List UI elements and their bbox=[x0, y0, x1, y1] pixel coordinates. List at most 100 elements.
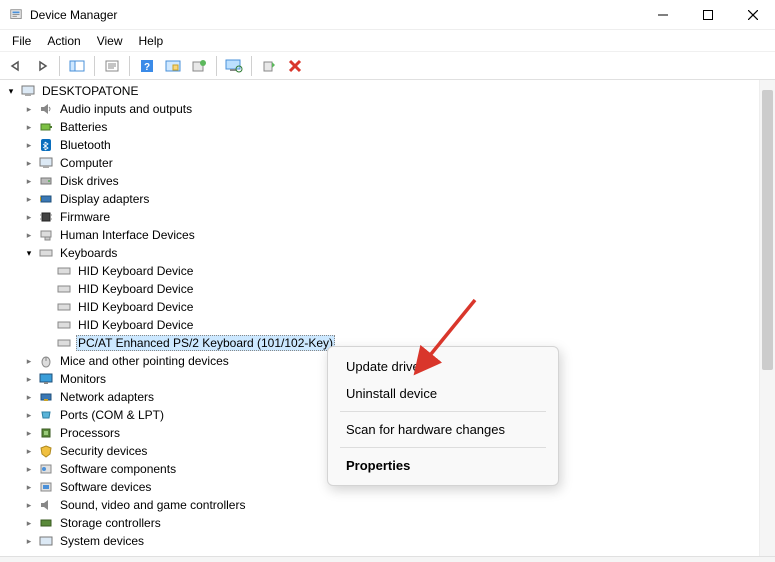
title-bar: Device Manager bbox=[0, 0, 775, 30]
tree-node-keyboard-item[interactable]: HID Keyboard Device bbox=[4, 316, 775, 334]
context-separator bbox=[340, 447, 546, 448]
tree-node-disk[interactable]: ▸ Disk drives bbox=[4, 172, 775, 190]
properties-button[interactable] bbox=[100, 54, 124, 78]
svg-text:?: ? bbox=[144, 62, 150, 73]
expander-icon[interactable]: ▸ bbox=[22, 390, 36, 404]
context-update-driver[interactable]: Update driver bbox=[328, 353, 558, 380]
app-icon bbox=[8, 7, 24, 23]
tree-node-keyboard-item[interactable]: HID Keyboard Device bbox=[4, 262, 775, 280]
toolbar-separator bbox=[59, 56, 60, 76]
keyboard-icon bbox=[56, 335, 72, 351]
tree-node-computer[interactable]: ▸ Computer bbox=[4, 154, 775, 172]
network-icon bbox=[38, 389, 54, 405]
node-label: Ports (COM & LPT) bbox=[58, 408, 166, 422]
expander-icon[interactable]: ▸ bbox=[22, 444, 36, 458]
tree-node-system[interactable]: ▸ System devices bbox=[4, 532, 775, 550]
scan-hardware-button[interactable] bbox=[161, 54, 185, 78]
expander-icon[interactable]: ▸ bbox=[22, 480, 36, 494]
vertical-scrollbar[interactable] bbox=[759, 80, 775, 556]
monitor-scan-button[interactable] bbox=[222, 54, 246, 78]
scrollbar-thumb[interactable] bbox=[762, 90, 773, 370]
help-button[interactable]: ? bbox=[135, 54, 159, 78]
node-label: DESKTOPATONE bbox=[40, 84, 140, 98]
expander-icon[interactable]: ▸ bbox=[22, 408, 36, 422]
forward-button[interactable] bbox=[30, 54, 54, 78]
node-label: Storage controllers bbox=[58, 516, 163, 530]
tree-node-display[interactable]: ▸ Display adapters bbox=[4, 190, 775, 208]
node-label: Keyboards bbox=[58, 246, 119, 260]
tree-node-keyboards[interactable]: ▾ Keyboards bbox=[4, 244, 775, 262]
node-label: Sound, video and game controllers bbox=[58, 498, 247, 512]
tree-node-firmware[interactable]: ▸ Firmware bbox=[4, 208, 775, 226]
tree-node-storage[interactable]: ▸ Storage controllers bbox=[4, 514, 775, 532]
expander-icon[interactable]: ▸ bbox=[22, 534, 36, 548]
expander-spacer bbox=[40, 336, 54, 350]
context-properties[interactable]: Properties bbox=[328, 452, 558, 479]
node-label: HID Keyboard Device bbox=[76, 264, 195, 278]
expander-icon[interactable]: ▸ bbox=[22, 372, 36, 386]
node-label: Firmware bbox=[58, 210, 112, 224]
context-menu: Update driver Uninstall device Scan for … bbox=[327, 346, 559, 486]
expander-icon[interactable]: ▸ bbox=[22, 210, 36, 224]
expander-icon[interactable]: ▸ bbox=[22, 120, 36, 134]
node-label: Processors bbox=[58, 426, 122, 440]
menu-file[interactable]: File bbox=[4, 32, 39, 50]
mouse-icon bbox=[38, 353, 54, 369]
show-hide-console-button[interactable] bbox=[65, 54, 89, 78]
keyboard-icon bbox=[56, 317, 72, 333]
expander-spacer bbox=[40, 300, 54, 314]
maximize-button[interactable] bbox=[685, 0, 730, 30]
add-legacy-button[interactable] bbox=[257, 54, 281, 78]
expander-icon[interactable]: ▾ bbox=[22, 246, 36, 260]
expander-icon[interactable]: ▸ bbox=[22, 156, 36, 170]
tree-node-root[interactable]: ▾ DESKTOPATONE bbox=[4, 82, 775, 100]
bluetooth-icon bbox=[38, 137, 54, 153]
node-label: PC/AT Enhanced PS/2 Keyboard (101/102-Ke… bbox=[76, 335, 335, 351]
node-label: Batteries bbox=[58, 120, 109, 134]
tree-node-audio[interactable]: ▸ Audio inputs and outputs bbox=[4, 100, 775, 118]
back-button[interactable] bbox=[4, 54, 28, 78]
close-button[interactable] bbox=[730, 0, 775, 30]
expander-icon[interactable]: ▸ bbox=[22, 174, 36, 188]
expander-icon[interactable]: ▸ bbox=[22, 192, 36, 206]
expander-icon[interactable]: ▸ bbox=[22, 102, 36, 116]
keyboard-icon bbox=[38, 245, 54, 261]
uninstall-button[interactable] bbox=[283, 54, 307, 78]
battery-icon bbox=[38, 119, 54, 135]
menu-help[interactable]: Help bbox=[131, 32, 172, 50]
node-label: HID Keyboard Device bbox=[76, 282, 195, 296]
expander-icon[interactable]: ▾ bbox=[4, 84, 18, 98]
expander-spacer bbox=[40, 282, 54, 296]
expander-icon[interactable]: ▸ bbox=[22, 516, 36, 530]
minimize-button[interactable] bbox=[640, 0, 685, 30]
context-uninstall-device[interactable]: Uninstall device bbox=[328, 380, 558, 407]
chip-icon bbox=[38, 209, 54, 225]
menu-view[interactable]: View bbox=[89, 32, 131, 50]
disk-icon bbox=[38, 173, 54, 189]
node-label: Human Interface Devices bbox=[58, 228, 197, 242]
expander-icon[interactable]: ▸ bbox=[22, 426, 36, 440]
computer-icon bbox=[20, 83, 36, 99]
expander-icon[interactable]: ▸ bbox=[22, 354, 36, 368]
update-driver-button[interactable] bbox=[187, 54, 211, 78]
menu-action[interactable]: Action bbox=[39, 32, 88, 50]
tree-node-batteries[interactable]: ▸ Batteries bbox=[4, 118, 775, 136]
tree-node-bluetooth[interactable]: ▸ Bluetooth bbox=[4, 136, 775, 154]
context-scan-hardware[interactable]: Scan for hardware changes bbox=[328, 416, 558, 443]
context-separator bbox=[340, 411, 546, 412]
system-icon bbox=[38, 533, 54, 549]
tree-node-keyboard-item[interactable]: HID Keyboard Device bbox=[4, 298, 775, 316]
node-label: Software components bbox=[58, 462, 178, 476]
cpu-icon bbox=[38, 425, 54, 441]
tree-node-keyboard-item[interactable]: HID Keyboard Device bbox=[4, 280, 775, 298]
expander-icon[interactable]: ▸ bbox=[22, 138, 36, 152]
node-label: Monitors bbox=[58, 372, 108, 386]
keyboard-icon bbox=[56, 281, 72, 297]
keyboard-icon bbox=[56, 263, 72, 279]
expander-icon[interactable]: ▸ bbox=[22, 462, 36, 476]
speaker-icon bbox=[38, 101, 54, 117]
tree-node-hid[interactable]: ▸ Human Interface Devices bbox=[4, 226, 775, 244]
tree-node-sound[interactable]: ▸ Sound, video and game controllers bbox=[4, 496, 775, 514]
expander-icon[interactable]: ▸ bbox=[22, 228, 36, 242]
expander-icon[interactable]: ▸ bbox=[22, 498, 36, 512]
